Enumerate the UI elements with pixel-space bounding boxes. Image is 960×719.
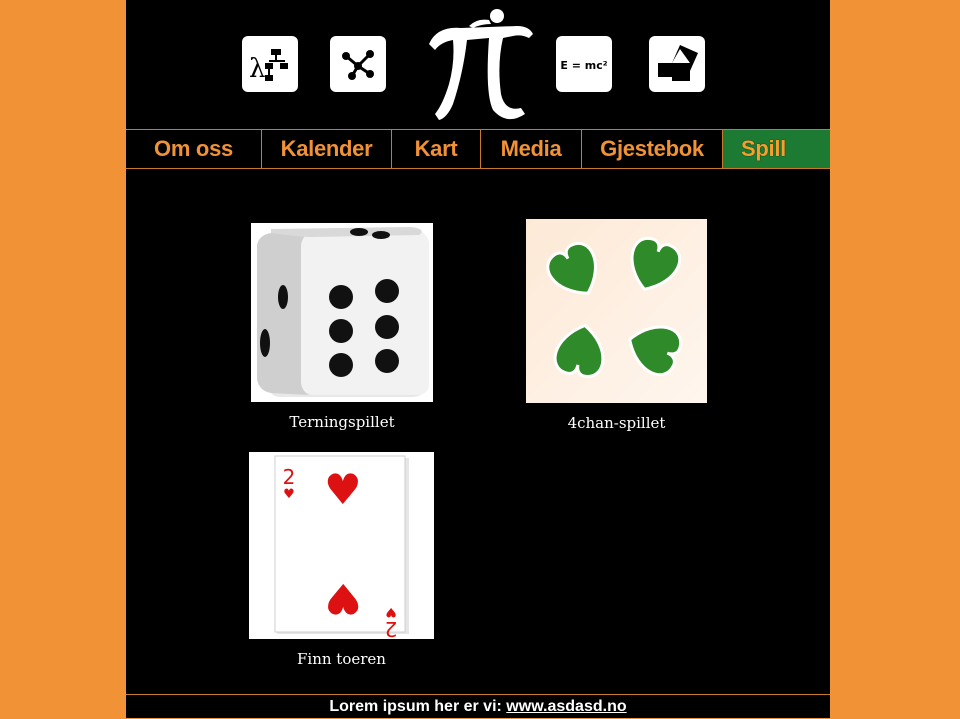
nav-spill[interactable]: Spill: [723, 130, 830, 168]
footer-text: Lorem ipsum her er vi:: [329, 698, 507, 715]
nav-kart[interactable]: Kart: [392, 130, 481, 168]
game-terningspillet[interactable]: Terningspillet: [251, 223, 433, 431]
nav-om-oss[interactable]: Om oss: [126, 130, 262, 168]
footer: Lorem ipsum her er vi: www.asdasd.no: [126, 694, 830, 719]
nav-label: Kart: [414, 136, 458, 161]
svg-text:λ: λ: [249, 54, 265, 84]
graph-nodes-icon: [330, 36, 386, 92]
nav-label: Spill: [741, 136, 786, 161]
game-label[interactable]: Terningspillet: [251, 413, 433, 431]
svg-text:2: 2: [283, 465, 296, 489]
nav-label: Media: [500, 136, 562, 161]
nav-label: Kalender: [280, 136, 373, 161]
main-navigation: Om oss Kalender Kart Media Gjestebok Spi…: [126, 129, 830, 169]
nav-label: Om oss: [154, 136, 233, 161]
emc2-icon: E = mc²: [556, 36, 612, 92]
svg-text:E = mc²: E = mc²: [560, 59, 607, 72]
pythagoras-squares-icon: [649, 36, 705, 92]
lambda-flowchart-icon: λ: [242, 36, 298, 92]
svg-text:♥: ♥: [324, 465, 362, 514]
game-label[interactable]: 4chan-spillet: [526, 414, 707, 432]
game-finn-toeren[interactable]: 2 ♥ ♥ ♥ 2 ♥ Finn toeren: [249, 452, 434, 668]
svg-text:♥: ♥: [385, 604, 397, 619]
svg-text:♥: ♥: [283, 487, 295, 502]
svg-text:2: 2: [385, 617, 398, 639]
game-label[interactable]: Finn toeren: [249, 650, 434, 668]
header-banner: λ E = mc²: [230, 0, 726, 128]
svg-text:♥: ♥: [324, 574, 362, 623]
page-container: λ E = mc² Om oss Kalender Kart Media Gje…: [126, 0, 830, 718]
footer-link[interactable]: www.asdasd.no: [506, 698, 626, 715]
nav-label: Gjestebok: [600, 136, 704, 161]
pi-logo: [429, 9, 533, 120]
nav-kalender[interactable]: Kalender: [262, 130, 392, 168]
clover-image[interactable]: [526, 219, 707, 403]
game-4chan-spillet[interactable]: 4chan-spillet: [526, 219, 707, 432]
playing-card-image[interactable]: 2 ♥ ♥ ♥ 2 ♥: [249, 452, 434, 641]
dice-image[interactable]: [251, 223, 433, 402]
nav-gjestebok[interactable]: Gjestebok: [582, 130, 723, 168]
nav-media[interactable]: Media: [481, 130, 582, 168]
